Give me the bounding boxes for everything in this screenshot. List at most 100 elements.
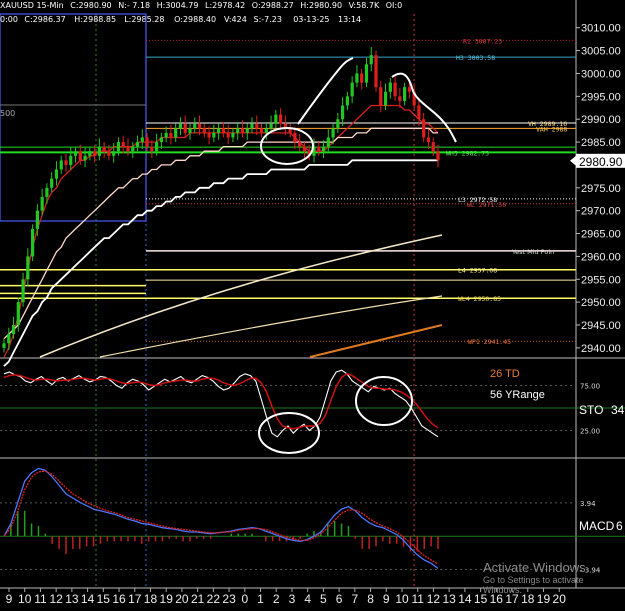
- candle-body: [407, 87, 411, 92]
- time-tick-label: 19: [160, 592, 174, 606]
- td-label: 26 TD: [490, 368, 520, 380]
- price-tick-label: 3005.00: [581, 46, 621, 58]
- candle-body: [159, 137, 163, 143]
- candle-body: [178, 123, 183, 129]
- candle-body: [398, 96, 402, 101]
- candle-body: [11, 324, 16, 335]
- stoch-line: [3, 372, 439, 430]
- trading-chart[interactable]: XAUUSD 15-Min C:2980.90 N:- 7.18 H:3004.…: [0, 0, 625, 607]
- candle-body: [121, 142, 125, 147]
- candle-body: [35, 210, 39, 229]
- price-tick-label: 2985.00: [581, 137, 621, 149]
- header-subline-field: H:2988.85: [74, 15, 116, 24]
- candle-body: [131, 146, 135, 152]
- candle-body: [16, 302, 20, 325]
- level-label-h3: H3 3003.58: [456, 54, 495, 62]
- candle-body: [383, 91, 388, 106]
- session-range-box: [0, 13, 147, 222]
- time-tick-label: 11: [34, 592, 47, 606]
- symbol-label: XAUUSD 15-Min: [0, 1, 64, 10]
- candle-body: [40, 196, 44, 211]
- header-subline-field: V:424: [224, 15, 247, 24]
- candle-body: [302, 146, 307, 152]
- macd-line: [3, 470, 439, 565]
- time-tick-label: 10: [18, 592, 32, 606]
- candle-body: [245, 128, 249, 133]
- level-label-wl: WL 2971.50: [467, 201, 506, 209]
- candle-body: [431, 142, 435, 152]
- time-tick-label: 16: [112, 592, 126, 606]
- candle-body: [336, 119, 340, 129]
- candle-body: [212, 132, 216, 138]
- long-ma-line: [99, 295, 443, 358]
- stoch-value: 34: [611, 403, 625, 417]
- candle-body: [174, 128, 178, 138]
- candle-body: [326, 137, 330, 147]
- annotation-circle: [258, 412, 320, 454]
- candle-body: [135, 142, 140, 147]
- candle-body: [355, 73, 359, 83]
- time-tick-label: 10: [395, 592, 409, 606]
- candle-body: [140, 137, 144, 143]
- current-price-label: 2980.90: [579, 155, 623, 169]
- price-tick-label: 2995.00: [581, 91, 621, 103]
- candle-body: [150, 146, 154, 152]
- time-tick-label: 20: [175, 592, 189, 606]
- macd-line: [3, 467, 439, 569]
- level-label-vah: VAH 2988: [536, 125, 567, 133]
- moving-average-line: [3, 159, 438, 367]
- time-tick-label: 15: [97, 592, 111, 606]
- time-tick-label: 11: [411, 592, 424, 606]
- header-subline-field: O:2988.40: [174, 15, 216, 24]
- time-tick-label: 12: [427, 592, 441, 606]
- candle-body: [188, 128, 192, 133]
- annotation-stroke: [297, 57, 354, 125]
- candle-body: [231, 132, 235, 138]
- macd-label: MACD: [579, 519, 615, 533]
- ohlc-field: H:3004.79: [156, 1, 199, 10]
- stoch-tick-label: 75.00: [580, 383, 600, 391]
- candle-body: [422, 119, 426, 138]
- header-subline-field: L:2985.28: [124, 15, 164, 24]
- candle-body: [298, 142, 302, 147]
- chart-canvas[interactable]: 0:00 C:2986.37 H:2988.85 L:2985.28 O:2988.40…: [0, 0, 625, 607]
- header-subline-field: 0:00: [0, 15, 18, 24]
- stoch-tick-label: 25.00: [580, 428, 600, 436]
- candle-body: [250, 123, 254, 129]
- candle-body: [388, 82, 392, 92]
- left-axis-stub: 500: [0, 109, 15, 118]
- price-tick-label: 2970.00: [581, 206, 621, 218]
- price-tick-label: 2960.00: [581, 251, 621, 263]
- level-label-l4: L4 2957.08: [458, 267, 497, 275]
- activation-watermark-subtitle: Go to Settings to activate Windows.: [483, 575, 584, 595]
- price-tick-label: 2945.00: [581, 320, 621, 332]
- ohlc-field: H:2980.90: [300, 1, 343, 10]
- candle-body: [78, 151, 82, 161]
- price-tick-label: 2955.00: [581, 274, 621, 286]
- candle-body: [279, 114, 283, 124]
- candle-body: [221, 128, 225, 133]
- time-tick-label: 13: [65, 592, 79, 606]
- candle-body: [269, 123, 273, 129]
- ohlc-field: OI:0: [385, 1, 403, 10]
- candle-body: [379, 87, 383, 106]
- candle-body: [164, 132, 168, 138]
- time-tick-label: 9: [383, 592, 390, 606]
- time-tick-label: 21: [191, 592, 205, 606]
- time-tick-label: 6: [336, 592, 343, 606]
- level-label-r1: R1 3007.23: [463, 37, 502, 45]
- candle-body: [73, 151, 78, 156]
- candle-body: [293, 132, 297, 143]
- price-tick-label: 3000.00: [581, 68, 621, 80]
- candle-body: [83, 155, 87, 161]
- candle-body: [197, 123, 202, 129]
- candle-body: [88, 151, 92, 156]
- candle-body: [259, 128, 264, 133]
- time-tick-label: 3: [289, 592, 296, 606]
- header-subline-field: C:2986.37: [24, 15, 65, 24]
- candle-body: [321, 146, 326, 152]
- time-tick-label: 7: [351, 592, 358, 606]
- time-tick-label: 1: [257, 592, 264, 606]
- time-tick-label: 4: [304, 592, 311, 606]
- price-tick-label: 2965.00: [581, 229, 621, 241]
